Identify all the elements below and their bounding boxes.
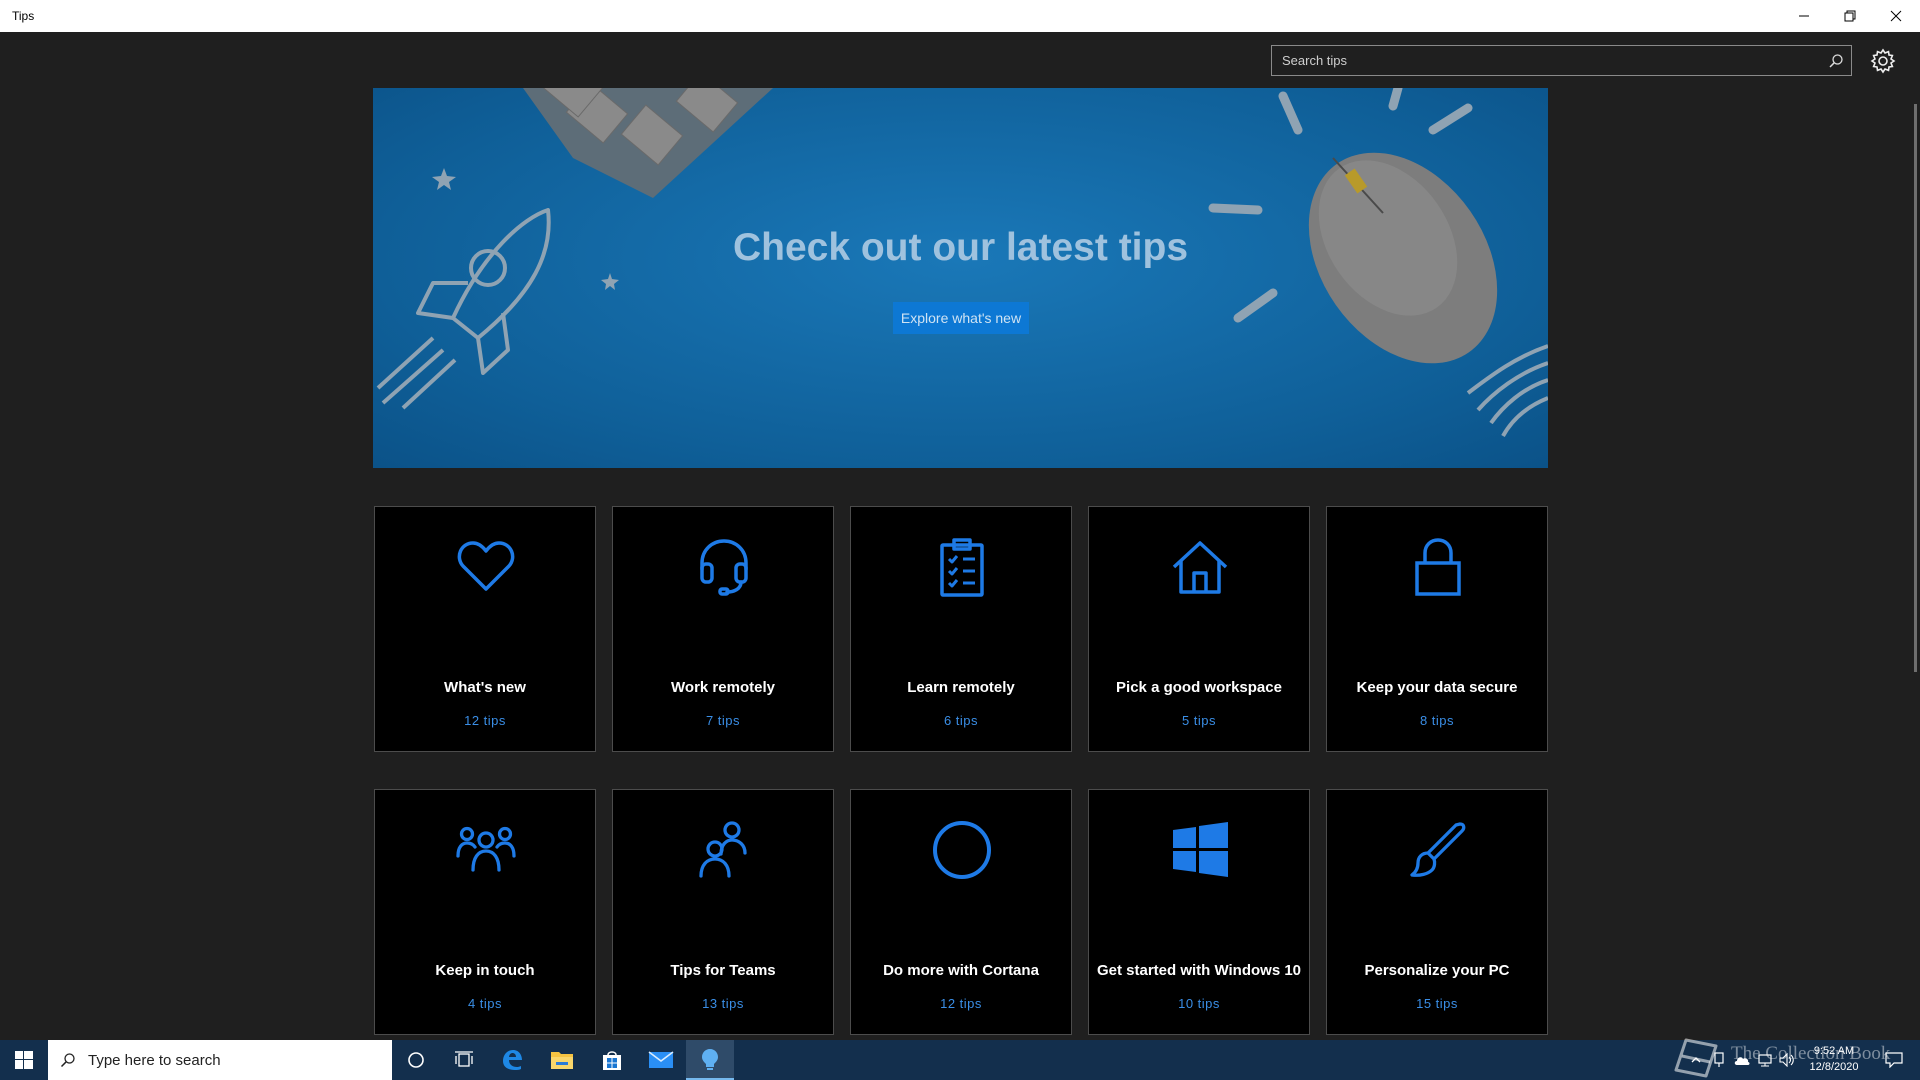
clipboard-checklist-icon: [940, 538, 984, 597]
tile-count: 4 tips: [467, 996, 503, 1011]
folder-icon: [551, 1052, 573, 1069]
search-icon[interactable]: [1827, 52, 1845, 70]
tile-title: Learn remotely: [907, 678, 1015, 696]
cortana-circle-icon: [933, 821, 991, 879]
headset-icon: [700, 539, 748, 596]
store-button[interactable]: [588, 1040, 636, 1080]
hero-illustration: [376, 88, 1548, 437]
restore-icon: [1844, 10, 1856, 22]
close-icon: [1890, 10, 1902, 22]
tile-pick-a-good-workspace[interactable]: Pick a good workspace 5 tips: [1088, 506, 1310, 752]
store-icon: [603, 1051, 621, 1070]
cortana-icon: [408, 1052, 424, 1068]
explore-whats-new-button[interactable]: Explore what's new: [893, 302, 1029, 334]
tile-count: 10 tips: [1178, 996, 1220, 1011]
tile-count: 8 tips: [1419, 713, 1455, 728]
task-view-button[interactable]: [440, 1040, 488, 1080]
windows-logo-icon: [1173, 822, 1228, 877]
tile-count: 15 tips: [1416, 996, 1458, 1011]
mail-icon: [648, 1051, 674, 1068]
title-bar: Tips: [0, 0, 1920, 32]
people-pair-icon: [699, 821, 747, 878]
taskbar: Type here to search 9:52 AM 12/8/2020: [0, 1040, 1920, 1080]
tile-count: 12 tips: [464, 713, 506, 728]
tile-title: What's new: [444, 678, 526, 696]
home-icon: [1172, 541, 1228, 594]
tile-title: Pick a good workspace: [1116, 678, 1282, 696]
tile-title: Do more with Cortana: [883, 961, 1039, 979]
star-illustration: [432, 168, 456, 190]
tile-title: Keep in touch: [435, 961, 535, 979]
heart-icon: [457, 541, 515, 591]
lightbulb-icon: [702, 1049, 718, 1070]
tile-title: Keep your data secure: [1356, 678, 1518, 696]
gear-icon[interactable]: [1870, 48, 1896, 74]
minimize-button[interactable]: [1781, 0, 1827, 32]
taskbar-search-box[interactable]: Type here to search: [48, 1040, 392, 1080]
watermark-text: The Collection Book: [1731, 1043, 1891, 1064]
restore-button[interactable]: [1827, 0, 1873, 32]
hero-banner: Check out our latest tips Explore what's…: [373, 88, 1548, 468]
tile-whats-new[interactable]: What's new 12 tips: [374, 506, 596, 752]
book-logo-icon: [1674, 1038, 1718, 1078]
scrollbar[interactable]: [1914, 104, 1917, 672]
tile-title: Personalize your PC: [1364, 961, 1510, 979]
cortana-button[interactable]: [392, 1040, 440, 1080]
minimize-icon: [1799, 15, 1809, 17]
tile-do-more-with-cortana[interactable]: Do more with Cortana 12 tips: [850, 789, 1072, 1035]
file-explorer-button[interactable]: [538, 1040, 586, 1080]
tile-tips-for-teams[interactable]: Tips for Teams 13 tips: [612, 789, 834, 1035]
lock-icon: [1415, 538, 1461, 596]
task-view-icon: [455, 1051, 473, 1067]
tile-count: 7 tips: [705, 713, 741, 728]
tile-get-started-with-windows-10[interactable]: Get started with Windows 10 10 tips: [1088, 789, 1310, 1035]
windows-start-icon: [15, 1051, 33, 1069]
tile-work-remotely[interactable]: Work remotely 7 tips: [612, 506, 834, 752]
edge-icon: [503, 1050, 522, 1070]
tile-keep-your-data-secure[interactable]: Keep your data secure 8 tips: [1326, 506, 1548, 752]
star-illustration: [601, 273, 619, 290]
tile-title: Work remotely: [671, 678, 775, 696]
keyboard-illustration: [523, 88, 773, 198]
close-button[interactable]: [1873, 0, 1919, 32]
mail-button[interactable]: [637, 1040, 685, 1080]
search-icon: [60, 1053, 75, 1068]
tile-title: Tips for Teams: [670, 961, 776, 979]
tile-count: 5 tips: [1181, 713, 1217, 728]
tile-personalize-your-pc[interactable]: Personalize your PC 15 tips: [1326, 789, 1548, 1035]
tile-count: 6 tips: [943, 713, 979, 728]
paintbrush-icon: [1410, 822, 1466, 877]
category-grid: What's new 12 tips Work remotely 7 tips …: [374, 506, 1548, 1035]
start-button[interactable]: [0, 1040, 48, 1080]
taskbar-search-placeholder: Type here to search: [88, 1052, 221, 1069]
edge-button[interactable]: [488, 1040, 536, 1080]
window-title: Tips: [12, 9, 35, 23]
tile-learn-remotely[interactable]: Learn remotely 6 tips: [850, 506, 1072, 752]
people-group-icon: [456, 826, 516, 872]
tile-count: 13 tips: [702, 996, 744, 1011]
tips-taskbar-button[interactable]: [686, 1040, 734, 1080]
search-box: [1271, 45, 1852, 76]
tile-count: 12 tips: [940, 996, 982, 1011]
tile-title: Get started with Windows 10: [1096, 961, 1302, 979]
tile-keep-in-touch[interactable]: Keep in touch 4 tips: [374, 789, 596, 1035]
hero-title: Check out our latest tips: [732, 226, 1189, 269]
search-input[interactable]: [1272, 46, 1812, 75]
